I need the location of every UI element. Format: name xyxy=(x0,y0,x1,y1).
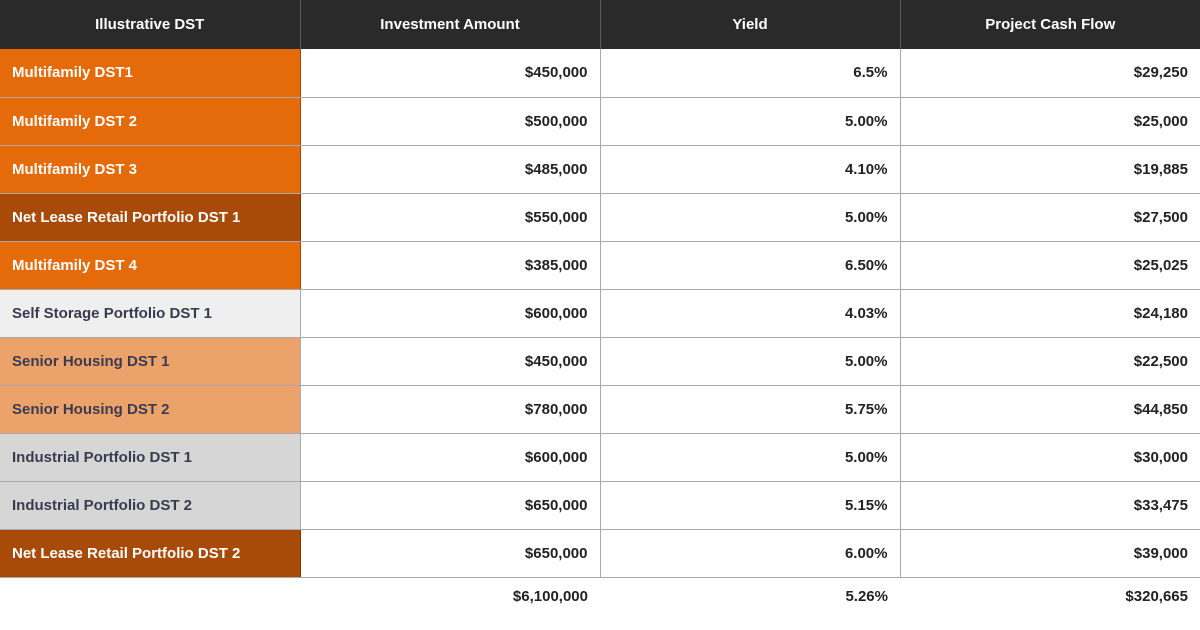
project-cash-flow-cell: $29,250 xyxy=(900,49,1200,98)
yield-cell: 4.10% xyxy=(600,145,901,194)
dst-name-cell: Industrial Portfolio DST 2 xyxy=(0,481,301,530)
header-project-cash-flow: Project Cash Flow xyxy=(900,0,1200,49)
table-row: Net Lease Retail Portfolio DST 2 $650,000… xyxy=(0,529,1200,578)
dst-name-cell: Multifamily DST 2 xyxy=(0,97,301,146)
dst-name-cell: Multifamily DST1 xyxy=(0,49,301,98)
table-row: Multifamily DST 2 $500,000 5.00% $25,000 xyxy=(0,97,1200,146)
total-investment: $6,100,000 xyxy=(512,588,588,606)
dst-table: Illustrative DST Investment Amount Yield… xyxy=(0,0,1200,616)
totals-label-cell xyxy=(0,577,300,616)
investment-amount-cell: $600,000 xyxy=(300,289,601,338)
dst-name-cell: Net Lease Retail Portfolio DST 1 xyxy=(0,193,301,242)
dst-name-cell: Net Lease Retail Portfolio DST 2 xyxy=(0,529,301,578)
dst-name-cell: Senior Housing DST 1 xyxy=(0,337,301,386)
table-footer: $6,100,000 5.26% $320,665 xyxy=(0,577,1200,616)
totals-row: $6,100,000 5.26% $320,665 xyxy=(0,577,1200,616)
investment-amount-cell: $385,000 xyxy=(300,241,601,290)
project-cash-flow-cell: $25,000 xyxy=(900,97,1200,146)
table-row: Industrial Portfolio DST 2 $650,000 5.15% $… xyxy=(0,481,1200,530)
table-body: Multifamily DST1 $450,000 6.5% $29,250 Multi… xyxy=(0,49,1200,578)
investment-amount-cell: $500,000 xyxy=(300,97,601,146)
yield-cell: 5.00% xyxy=(600,433,901,482)
yield-cell: 6.00% xyxy=(600,529,901,578)
project-cash-flow-cell: $33,475 xyxy=(900,481,1200,530)
investment-amount-cell: $600,000 xyxy=(300,433,601,482)
dst-name-cell: Senior Housing DST 2 xyxy=(0,385,301,434)
project-cash-flow-cell: $25,025 xyxy=(900,241,1200,290)
table-row: Industrial Portfolio DST 1 $600,000 5.00% $… xyxy=(0,433,1200,482)
yield-cell: 5.00% xyxy=(600,337,901,386)
table-row: Net Lease Retail Portfolio DST 1 $550,000… xyxy=(0,193,1200,242)
investment-amount-cell: $450,000 xyxy=(300,337,601,386)
total-cash-flow: $320,665 xyxy=(1125,588,1188,606)
project-cash-flow-cell: $39,000 xyxy=(900,529,1200,578)
dst-name-cell: Industrial Portfolio DST 1 xyxy=(0,433,301,482)
yield-cell: 5.75% xyxy=(600,385,901,434)
yield-cell: 5.00% xyxy=(600,193,901,242)
table-row: Senior Housing DST 2 $780,000 5.75% $44,850 xyxy=(0,385,1200,434)
dst-name-cell: Multifamily DST 4 xyxy=(0,241,301,290)
investment-amount-cell: $650,000 xyxy=(300,529,601,578)
project-cash-flow-cell: $27,500 xyxy=(900,193,1200,242)
table-row: Multifamily DST1 $450,000 6.5% $29,250 xyxy=(0,49,1200,98)
yield-cell: 6.50% xyxy=(600,241,901,290)
table-header: Illustrative DST Investment Amount Yield… xyxy=(0,0,1200,49)
project-cash-flow-cell: $30,000 xyxy=(900,433,1200,482)
table-row: Multifamily DST 3 $485,000 4.10% $19,885 xyxy=(0,145,1200,194)
header-yield: Yield xyxy=(600,0,901,49)
header-investment-amount: Investment Amount xyxy=(300,0,601,49)
investment-amount-cell: $550,000 xyxy=(300,193,601,242)
project-cash-flow-cell: $19,885 xyxy=(900,145,1200,194)
yield-cell: 5.15% xyxy=(600,481,901,530)
investment-amount-cell: $450,000 xyxy=(300,49,601,98)
investment-amount-cell: $650,000 xyxy=(300,481,601,530)
average-yield: 5.26% xyxy=(845,588,888,606)
dst-name-cell: Multifamily DST 3 xyxy=(0,145,301,194)
yield-cell: 5.00% xyxy=(600,97,901,146)
project-cash-flow-cell: $22,500 xyxy=(900,337,1200,386)
yield-cell: 6.5% xyxy=(600,49,901,98)
header-illustrative-dst: Illustrative DST xyxy=(0,0,301,49)
investment-amount-cell: $780,000 xyxy=(300,385,601,434)
table-row: Multifamily DST 4 $385,000 6.50% $25,025 xyxy=(0,241,1200,290)
project-cash-flow-cell: $44,850 xyxy=(900,385,1200,434)
table-row: Senior Housing DST 1 $450,000 5.00% $22,500 xyxy=(0,337,1200,386)
investment-amount-cell: $485,000 xyxy=(300,145,601,194)
header-row: Illustrative DST Investment Amount Yield… xyxy=(0,0,1200,49)
yield-cell: 4.03% xyxy=(600,289,901,338)
dst-name-cell: Self Storage Portfolio DST 1 xyxy=(0,289,301,338)
table-row: Self Storage Portfolio DST 1 $600,000 4.03… xyxy=(0,289,1200,338)
project-cash-flow-cell: $24,180 xyxy=(900,289,1200,338)
